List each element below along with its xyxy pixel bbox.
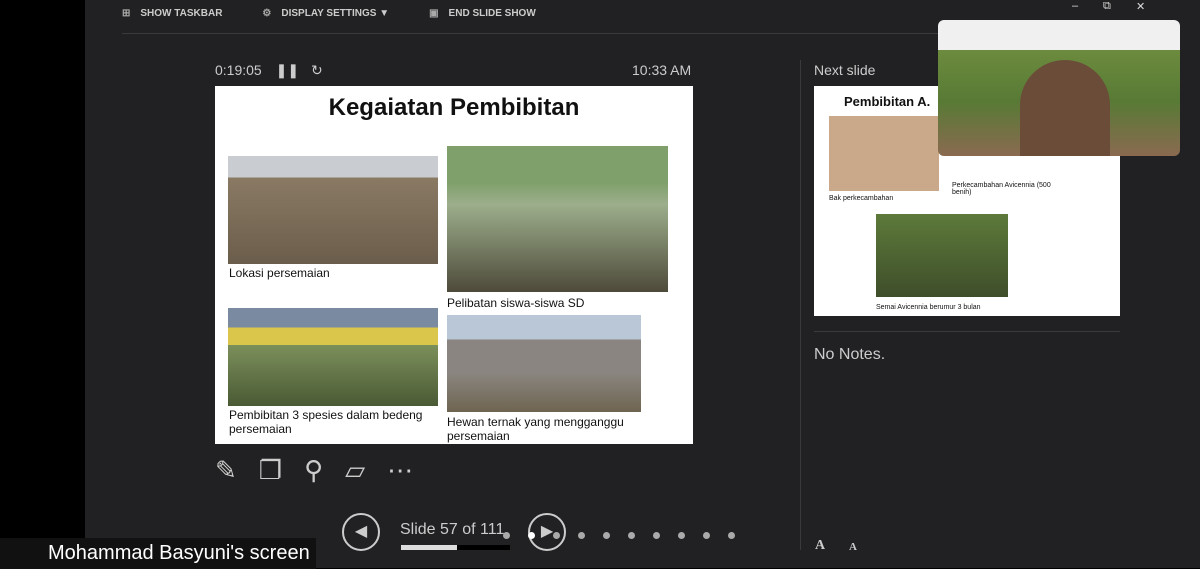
minimize-button[interactable]: – <box>1072 0 1078 12</box>
pen-icon[interactable]: ✎ <box>215 455 237 486</box>
photo-seedbeds <box>228 308 438 406</box>
photo-livestock <box>447 315 641 412</box>
divider <box>122 33 942 34</box>
end-slide-show-button[interactable]: ▣ END SLIDE SHOW <box>429 8 536 19</box>
end-show-label: END SLIDE SHOW <box>448 8 536 19</box>
caption: Pelibatan siswa-siswa SD <box>447 296 585 310</box>
timer: 0:19:05 ❚❚ ↻ <box>215 62 323 79</box>
pause-icon[interactable]: ❚❚ <box>276 62 299 78</box>
increase-font-button[interactable]: A <box>815 538 825 554</box>
photo-students <box>447 146 668 292</box>
previous-slide-button[interactable]: ◀ <box>342 513 380 551</box>
current-slide: Kegaiatan Pembibitan Lokasi persemaian P… <box>215 86 693 444</box>
clock: 10:33 AM <box>632 62 692 78</box>
restore-button[interactable]: ⧉ <box>1103 0 1111 13</box>
webcam-video <box>938 20 1180 156</box>
screen-share-label: Mohammad Basyuni's screen <box>0 538 316 569</box>
slide-title: Kegaiatan Pembibitan <box>328 94 580 121</box>
caption: Lokasi persemaian <box>229 266 330 280</box>
presenter-toolbar: ⊞ SHOW TASKBAR ⚙ DISPLAY SETTINGS ▼ ▣ END S… <box>122 8 536 19</box>
see-all-slides-icon[interactable]: ❐ <box>259 455 282 486</box>
photo-seedlings <box>876 214 1008 297</box>
black-screen-icon[interactable]: ▱ <box>345 455 365 486</box>
slide-counter: Slide 57 of 111 <box>400 521 505 538</box>
close-button[interactable]: ✕ <box>1136 0 1145 13</box>
taskbar-icon: ⊞ <box>122 8 131 19</box>
display-settings-icon: ⚙ <box>262 8 272 19</box>
caption: Perkecambahan Avicennia (500 benih) <box>952 182 1051 196</box>
divider <box>814 331 1120 332</box>
show-taskbar-label: SHOW TASKBAR <box>140 8 223 19</box>
loading-dots <box>503 532 735 539</box>
caption: Hewan ternak yang mengganggu persemaian <box>447 415 624 443</box>
divider <box>800 60 801 550</box>
next-slide-label: Next slide <box>814 62 876 78</box>
photo-germination-tray <box>829 116 939 191</box>
timer-value: 0:19:05 <box>215 62 262 78</box>
show-taskbar-button[interactable]: ⊞ SHOW TASKBAR <box>122 8 222 19</box>
end-show-icon: ▣ <box>429 8 439 19</box>
speaker-notes: No Notes. <box>814 346 886 363</box>
slide-progress-fill <box>401 545 457 550</box>
caption: Semai Avicennia berumur 3 bulan <box>876 304 981 311</box>
caption: Bak perkecambahan <box>829 195 894 202</box>
participant-video <box>1020 60 1110 156</box>
photo-nursery-site <box>228 156 438 264</box>
zoom-icon[interactable]: ⚲ <box>304 455 323 486</box>
next-slide-title: Pembibitan A. <box>844 94 931 109</box>
restart-icon[interactable]: ↻ <box>311 62 323 78</box>
slide-progress <box>401 545 510 550</box>
display-settings-button[interactable]: ⚙ DISPLAY SETTINGS ▼ <box>262 8 389 19</box>
caption: Pembibitan 3 spesies dalam bedeng persem… <box>229 408 423 436</box>
slide-tools: ✎ ❐ ⚲ ▱ ⋯ <box>215 455 413 486</box>
display-settings-label: DISPLAY SETTINGS ▼ <box>281 8 390 19</box>
decrease-font-button[interactable]: A <box>849 541 857 553</box>
more-options-icon[interactable]: ⋯ <box>387 455 413 486</box>
